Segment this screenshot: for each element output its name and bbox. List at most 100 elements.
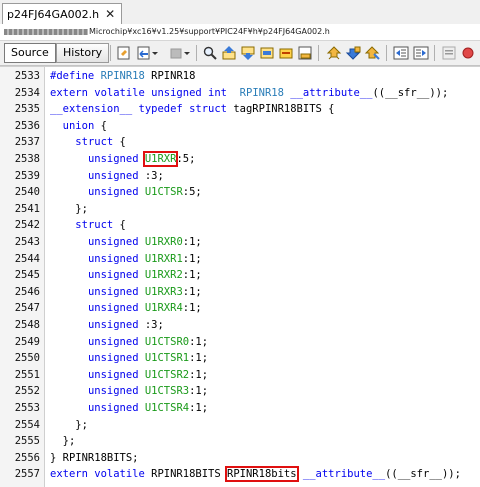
code-token: RPINR18: [144, 70, 196, 82]
code-token: U1RXR2: [144, 269, 183, 282]
code-token: :1;: [182, 285, 202, 298]
find-selection-icon[interactable]: [259, 45, 275, 61]
code-token: :3;: [138, 319, 164, 331]
code-line[interactable]: 2540 unsigned U1CTSR:5;: [0, 184, 480, 201]
history-tab-button[interactable]: History: [56, 43, 110, 63]
code-token: :1;: [182, 302, 202, 315]
code-line[interactable]: 2554 };: [0, 417, 480, 434]
shift-right-icon[interactable]: [413, 45, 429, 61]
code-token: U1RXR3: [144, 285, 183, 298]
code-token: ((__sfr__));: [385, 468, 461, 481]
code-token: unsigned: [87, 385, 139, 398]
toolbar-separator: [434, 45, 435, 61]
code-line[interactable]: 2533 #define RPINR18 RPINR18: [0, 68, 480, 85]
find-previous-icon[interactable]: [221, 45, 237, 61]
forward-icon[interactable]: [168, 45, 184, 61]
line-number: 2535: [14, 103, 40, 116]
code-editor[interactable]: 2533 #define RPINR18 RPINR18 2534 extern vo…: [0, 66, 480, 487]
toolbar-separator: [196, 45, 197, 61]
close-icon[interactable]: ✕: [105, 8, 115, 20]
code-token: {: [113, 219, 126, 232]
code-text: unsigned U1CTSR1:1;: [50, 350, 208, 367]
line-number: 2546: [14, 285, 40, 298]
code-line[interactable]: 2552 unsigned U1CTSR3:1;: [0, 383, 480, 400]
code-line[interactable]: 2548 unsigned :3;: [0, 317, 480, 334]
start-macro-recording-icon[interactable]: [441, 45, 457, 61]
code-token: U1CTSR3: [144, 385, 190, 398]
code-text: unsigned U1RXR0:1;: [50, 234, 202, 251]
code-line[interactable]: 2542 struct {: [0, 217, 480, 234]
chevron-down-icon[interactable]: [151, 45, 159, 61]
code-line[interactable]: 2557 extern volatile RPINR18BITS RPINR18b…: [0, 466, 480, 483]
code-line[interactable]: 2547 unsigned U1RXR4:1;: [0, 300, 480, 317]
code-token: RPINR18BITS: [144, 468, 228, 481]
back-icon[interactable]: [136, 45, 152, 61]
code-line[interactable]: 2553 unsigned U1CTSR4:1;: [0, 400, 480, 417]
highlighted-token: U1RXR: [142, 151, 179, 167]
line-number: 2547: [14, 302, 40, 315]
code-token: };: [50, 418, 88, 431]
code-line[interactable]: 2549 unsigned U1CTSR0:1;: [0, 334, 480, 351]
next-bookmark-icon[interactable]: [345, 45, 361, 61]
code-line[interactable]: 2550 unsigned U1CTSR1:1;: [0, 350, 480, 367]
code-token: :1;: [182, 252, 202, 265]
toggle-highlight-icon[interactable]: [278, 45, 294, 61]
find-next-icon[interactable]: [240, 45, 256, 61]
code-text: union {: [50, 118, 107, 135]
code-token: :1;: [189, 335, 209, 348]
code-line[interactable]: 2545 unsigned U1RXR2:1;: [0, 267, 480, 284]
code-line[interactable]: 2535 __extension__ typedef struct tagRPIN…: [0, 101, 480, 118]
code-line[interactable]: 2537 struct {: [0, 134, 480, 151]
code-line[interactable]: 2534 extern volatile unsigned int RPINR18…: [0, 85, 480, 102]
source-tab-button[interactable]: Source: [4, 43, 56, 63]
code-line[interactable]: 2546 unsigned U1RXR3:1;: [0, 284, 480, 301]
line-number: 2551: [14, 368, 40, 381]
shift-left-icon[interactable]: [393, 45, 409, 61]
code-token: };: [50, 435, 76, 448]
code-line[interactable]: 2544 unsigned U1RXR1:1;: [0, 251, 480, 268]
code-token: __attribute__: [302, 468, 386, 481]
last-edit-icon[interactable]: [116, 45, 132, 61]
file-path-bar: Microchip¥xc16¥v1.25¥support¥PIC24F¥h¥p2…: [0, 24, 480, 40]
code-text: } RPINR18BITS;: [50, 450, 139, 467]
file-tab[interactable]: p24FJ64GA002.h ✕: [2, 3, 123, 24]
code-token: unsigned: [87, 335, 139, 348]
code-token: unsigned: [87, 319, 139, 331]
code-line[interactable]: 2536 union {: [0, 118, 480, 135]
code-line[interactable]: 2541 };: [0, 201, 480, 218]
code-line[interactable]: 2543 unsigned U1RXR0:1;: [0, 234, 480, 251]
code-token: U1RXR1: [144, 252, 183, 265]
record-icon[interactable]: [460, 45, 476, 61]
code-line[interactable]: 2539 unsigned :3;: [0, 168, 480, 185]
toggle-rect-selection-icon[interactable]: [297, 45, 313, 61]
previous-bookmark-icon[interactable]: [326, 45, 342, 61]
code-line[interactable]: 2538 unsigned U1RXR:5;: [0, 151, 480, 168]
code-token: :1;: [182, 236, 202, 248]
line-number: 2556: [14, 451, 40, 464]
code-token: :1;: [182, 269, 202, 282]
line-number: 2548: [14, 319, 40, 331]
code-token: unsigned: [87, 252, 139, 265]
code-line[interactable]: 2556 } RPINR18BITS;: [0, 450, 480, 467]
chevron-down-icon[interactable]: [183, 45, 191, 61]
code-line[interactable]: 2551 unsigned U1CTSR2:1;: [0, 367, 480, 384]
code-line[interactable]: 2555 };: [0, 433, 480, 450]
code-text: };: [50, 433, 76, 450]
toggle-bookmark-icon[interactable]: [364, 45, 380, 61]
line-number: 2552: [14, 385, 40, 398]
code-text: struct {: [50, 217, 126, 234]
code-token: unsigned: [87, 269, 139, 282]
code-token: tagRPINR18BITS {: [227, 103, 335, 116]
find-icon[interactable]: [202, 45, 218, 61]
editor-tab-bar: p24FJ64GA002.h ✕: [0, 0, 480, 25]
